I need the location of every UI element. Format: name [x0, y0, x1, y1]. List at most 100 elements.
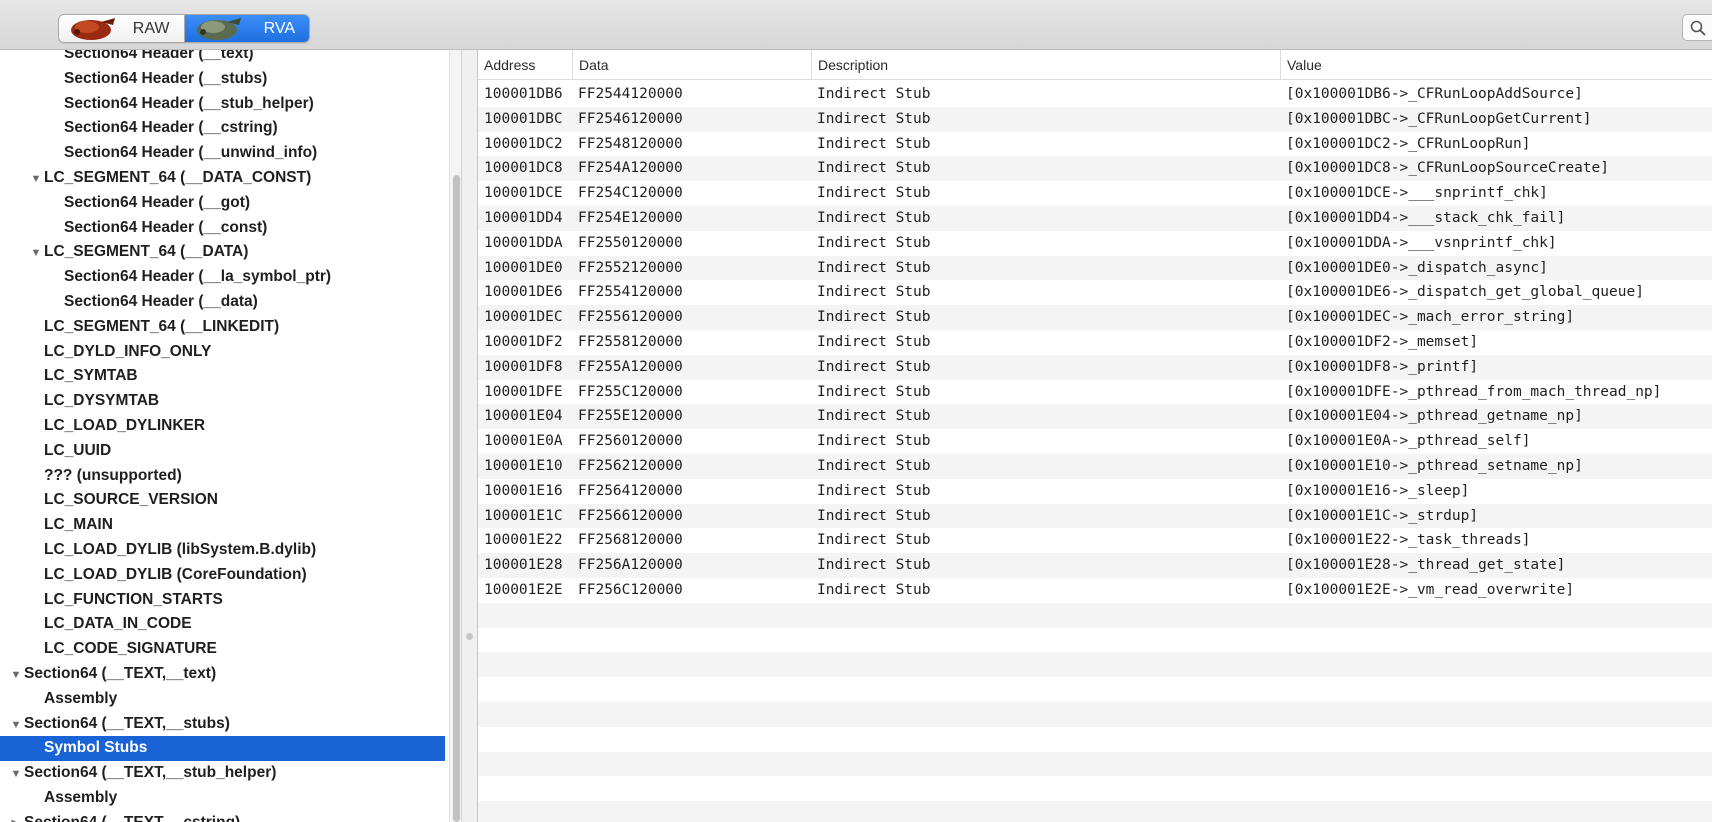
- table-row[interactable]: 100001DE0 FF2552120000 Indirect Stub [0x100…: [478, 255, 1712, 281]
- tree-item-label: LC_SYMTAB: [44, 367, 138, 385]
- tree-item-label: LC_UUID: [44, 441, 112, 459]
- cell-value: [0x100001E16->_sleep]: [1286, 482, 1470, 499]
- tree-item[interactable]: ▼ LC_SEGMENT_64 (__DATA_CONST): [0, 166, 445, 191]
- table-row[interactable]: 100001DD4 FF254E120000 Indirect Stub [0x100…: [478, 206, 1712, 231]
- table-row[interactable]: 100001DCE FF254C120000 Indirect Stub [0x100…: [478, 181, 1712, 206]
- table-row[interactable]: 100001E0A FF2560120000 Indirect Stub [0x100…: [478, 429, 1712, 454]
- raw-bug-icon: [71, 18, 115, 40]
- tree-item[interactable]: LC_LOAD_DYLINKER: [0, 414, 445, 439]
- column-header-description[interactable]: Description: [811, 50, 1280, 80]
- table-row[interactable]: 100001E04 FF255E120000 Indirect Stub [0x100…: [478, 404, 1712, 430]
- cell-address: 100001DF2: [484, 334, 563, 350]
- table-row[interactable]: 100001DDA FF2550120000 Indirect Stub [0x100…: [478, 231, 1712, 256]
- tree-item[interactable]: Section64 Header (__got): [0, 191, 445, 216]
- tree-item[interactable]: Section64 Header (__const): [0, 216, 445, 241]
- cell-data: FF254C120000: [578, 185, 683, 202]
- tree-item[interactable]: Section64 Header (__la_symbol_ptr): [0, 265, 445, 290]
- cell-address: 100001E2E: [484, 582, 563, 598]
- table-row[interactable]: 100001E1C FF2566120000 Indirect Stub [0x100…: [478, 503, 1712, 529]
- disclosure-expanded-icon[interactable]: ▼: [10, 713, 22, 738]
- rva-button[interactable]: RVA: [184, 15, 309, 42]
- table-header: Address Data Description Value: [478, 50, 1712, 80]
- cell-description: Indirect Stub: [817, 135, 931, 152]
- table-row[interactable]: 100001DC8 FF254A120000 Indirect Stub [0x100…: [478, 156, 1712, 182]
- tree-item[interactable]: Assembly: [0, 687, 445, 712]
- tree-item[interactable]: LC_CODE_SIGNATURE: [0, 637, 445, 662]
- tree-item[interactable]: ??? (unsupported): [0, 464, 445, 489]
- split-view-divider[interactable]: [461, 50, 478, 822]
- tree-item[interactable]: LC_SEGMENT_64 (__LINKEDIT): [0, 315, 445, 340]
- raw-button[interactable]: RAW: [59, 15, 185, 42]
- cell-address: 100001DB6: [484, 86, 563, 102]
- table-row[interactable]: 100001DEC FF2556120000 Indirect Stub [0x100…: [478, 305, 1712, 330]
- table-row[interactable]: 100001DF8 FF255A120000 Indirect Stub [0x100…: [478, 354, 1712, 380]
- table-row[interactable]: 100001E2E FF256C120000 Indirect Stub [0x100…: [478, 578, 1712, 603]
- tree-item[interactable]: LC_DYLD_INFO_ONLY: [0, 340, 445, 365]
- table-row[interactable]: 100001DE6 FF2554120000 Indirect Stub [0x100…: [478, 280, 1712, 305]
- tree-item-label: LC_FUNCTION_STARTS: [44, 590, 223, 608]
- tree-item-label: Section64 Header (__cstring): [64, 119, 278, 137]
- tree-item[interactable]: LC_DATA_IN_CODE: [0, 612, 445, 637]
- tree-item[interactable]: Section64 Header (__text): [0, 50, 445, 67]
- column-header-value[interactable]: Value: [1280, 50, 1712, 80]
- cell-value: [0x100001DBC->_CFRunLoopGetCurrent]: [1286, 110, 1592, 127]
- tree-item[interactable]: LC_FUNCTION_STARTS: [0, 588, 445, 613]
- tree-item[interactable]: ▼ Section64 (__TEXT,__stubs): [0, 712, 445, 737]
- cell-address: 100001DC8: [484, 160, 563, 177]
- tree-item[interactable]: LC_UUID: [0, 439, 445, 464]
- table-row[interactable]: 100001DC2 FF2548120000 Indirect Stub [0x100…: [478, 132, 1712, 157]
- tree-item[interactable]: Section64 Header (__unwind_info): [0, 141, 445, 166]
- tree-item[interactable]: Section64 Header (__stub_helper): [0, 92, 445, 117]
- tree-item-label: Symbol Stubs: [44, 739, 148, 757]
- tree-item-label: ??? (unsupported): [44, 466, 182, 484]
- tree-item[interactable]: Assembly: [0, 786, 445, 811]
- tree-item[interactable]: Section64 Header (__stubs): [0, 67, 445, 92]
- cell-description: Indirect Stub: [817, 433, 931, 450]
- tree-item[interactable]: ▼ LC_SEGMENT_64 (__DATA): [0, 240, 445, 265]
- table-row[interactable]: 100001E10 FF2562120000 Indirect Stub [0x100…: [478, 454, 1712, 479]
- tree-item[interactable]: LC_SOURCE_VERSION: [0, 488, 445, 513]
- tree-item-label: LC_MAIN: [44, 516, 113, 534]
- tree-item[interactable]: LC_LOAD_DYLIB (libSystem.B.dylib): [0, 538, 445, 563]
- cell-data: FF2566120000: [578, 507, 683, 524]
- disclosure-expanded-icon[interactable]: ▼: [30, 167, 42, 192]
- cell-data: FF2560120000: [578, 433, 683, 450]
- sidebar-scrollbar[interactable]: [449, 50, 461, 822]
- cell-value: [0x100001DB6->_CFRunLoopAddSource]: [1286, 86, 1583, 102]
- column-header-address[interactable]: Address: [478, 50, 572, 80]
- column-header-data[interactable]: Data: [572, 50, 811, 80]
- cell-value: [0x100001DCE->___snprintf_chk]: [1286, 185, 1548, 202]
- tree-item-label: LC_SEGMENT_64 (__DATA_CONST): [44, 169, 312, 186]
- tree-item[interactable]: LC_SYMTAB: [0, 364, 445, 389]
- empty-table-row: [478, 727, 1712, 752]
- disclosure-collapsed-icon[interactable]: ▶: [10, 812, 22, 822]
- search-button[interactable]: [1682, 14, 1712, 41]
- empty-table-row: [478, 776, 1712, 801]
- cell-data: FF2550120000: [578, 234, 683, 251]
- disclosure-expanded-icon[interactable]: ▼: [10, 762, 22, 787]
- tree-item-label: LC_SEGMENT_64 (__DATA): [44, 243, 249, 261]
- empty-table-row: [478, 801, 1712, 822]
- tree-item-selected[interactable]: Symbol Stubs: [0, 736, 445, 762]
- tree-item[interactable]: Section64 Header (__cstring): [0, 116, 445, 141]
- tree-item[interactable]: ▶Section64 (__TEXT,__cstring): [0, 811, 445, 822]
- table-row[interactable]: 100001DBC FF2546120000 Indirect Stub [0x100…: [478, 106, 1712, 132]
- tree-item[interactable]: LC_MAIN: [0, 513, 445, 538]
- table-row[interactable]: 100001E16 FF2564120000 Indirect Stub [0x100…: [478, 479, 1712, 504]
- table-row[interactable]: 100001DFE FF255C120000 Indirect Stub [0x100…: [478, 380, 1712, 405]
- tree-item[interactable]: LC_DYSYMTAB: [0, 389, 445, 414]
- disclosure-expanded-icon[interactable]: ▼: [10, 663, 22, 688]
- table-row[interactable]: 100001E28 FF256A120000 Indirect Stub [0x100…: [478, 553, 1712, 578]
- table-row[interactable]: 100001E22 FF2568120000 Indirect Stub [0x100…: [478, 528, 1712, 553]
- tree-item-label: Section64 (__TEXT,__text): [24, 665, 217, 682]
- table-row[interactable]: 100001DF2 FF2558120000 Indirect Stub [0x100…: [478, 330, 1712, 355]
- disclosure-expanded-icon[interactable]: ▼: [30, 241, 42, 266]
- sidebar-scrollbar-thumb[interactable]: [453, 175, 460, 822]
- empty-table-row: [478, 602, 1712, 628]
- tree-item[interactable]: ▼ Section64 (__TEXT,__stub_helper): [0, 761, 445, 786]
- table-row[interactable]: 100001DB6 FF2544120000 Indirect Stub [0x100…: [478, 82, 1712, 107]
- tree-item[interactable]: LC_LOAD_DYLIB (CoreFoundation): [0, 563, 445, 588]
- tree-item[interactable]: ▼ Section64 (__TEXT,__text): [0, 662, 445, 687]
- tree-item[interactable]: Section64 Header (__data): [0, 290, 445, 315]
- tree-item-label: Section64 (__TEXT,__stubs): [24, 714, 230, 732]
